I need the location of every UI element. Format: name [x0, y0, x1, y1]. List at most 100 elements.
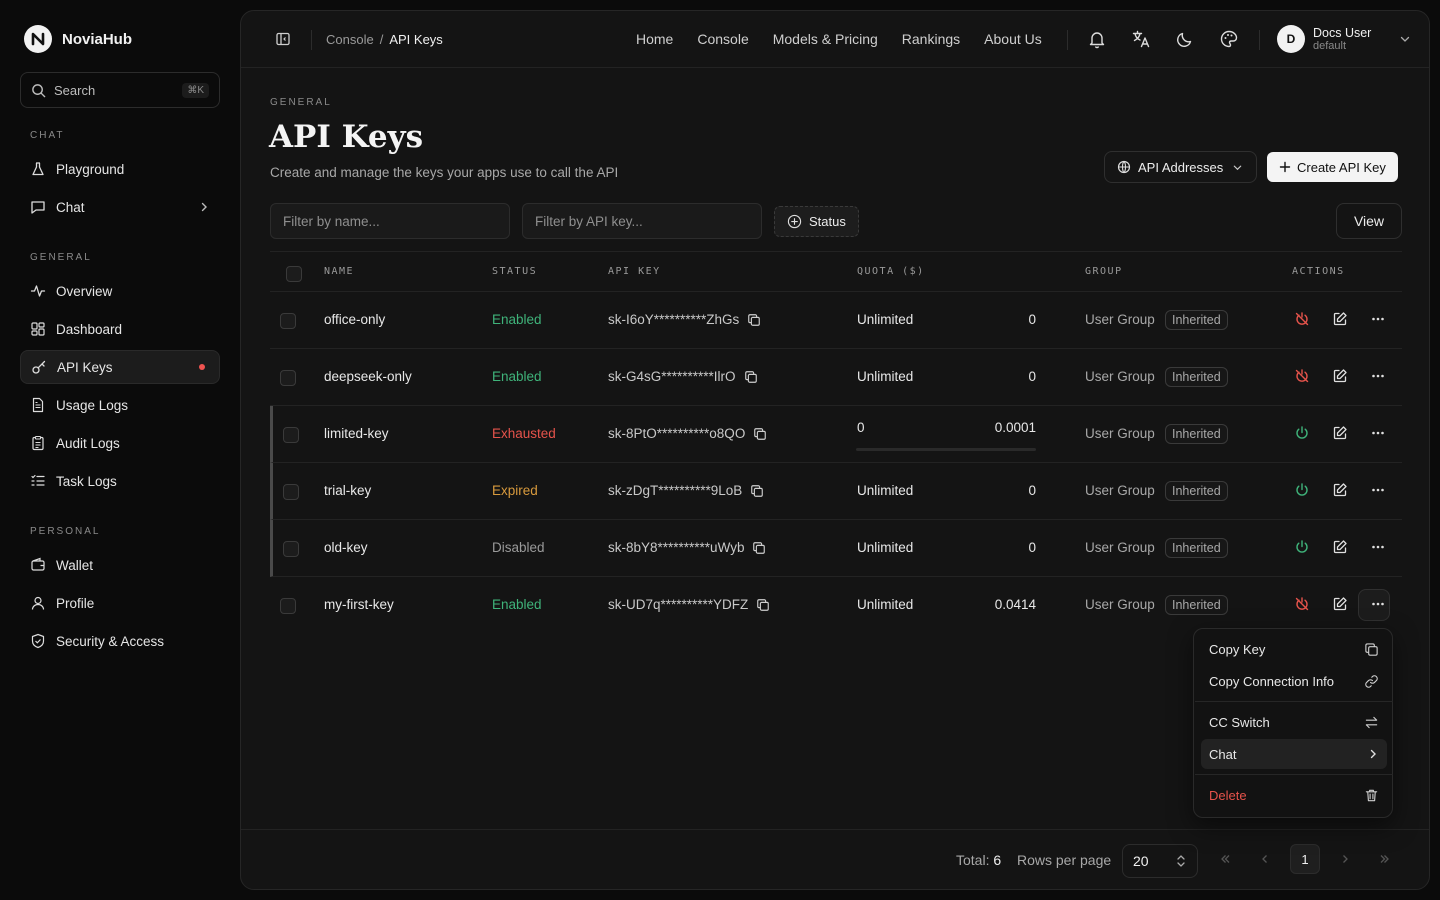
copy-key-button[interactable] — [756, 598, 770, 612]
disable-key-button[interactable] — [1294, 368, 1310, 384]
menu-item-label: Delete — [1209, 787, 1247, 803]
user-menu[interactable]: D Docs User default — [1277, 25, 1411, 53]
sidebar-item-usage-logs[interactable]: Usage Logs — [20, 388, 220, 422]
more-actions-button[interactable] — [1370, 311, 1386, 327]
nav-link-rankings[interactable]: Rankings — [902, 31, 960, 47]
menu-item-copy-connection-info[interactable]: Copy Connection Info — [1201, 666, 1387, 696]
enable-key-button[interactable] — [1294, 425, 1310, 441]
disable-key-button[interactable] — [1294, 311, 1310, 327]
table-row[interactable]: my-first-key Enabled sk-UD7q**********YDFZ… — [270, 577, 1402, 634]
more-actions-button[interactable] — [1370, 596, 1386, 612]
table-row[interactable]: old-key Disabled sk-8bY8**********uWyb Unli… — [270, 520, 1402, 577]
more-actions-button[interactable] — [1370, 425, 1386, 441]
sidebar-item-api-keys[interactable]: API Keys — [20, 350, 220, 384]
nav-link-console[interactable]: Console — [697, 31, 748, 47]
sidebar-item-label: Chat — [56, 199, 85, 215]
bell-icon[interactable] — [1087, 29, 1107, 49]
sidebar-item-overview[interactable]: Overview — [20, 274, 220, 308]
brand[interactable]: NoviaHub — [24, 25, 132, 53]
view-button[interactable]: View — [1336, 203, 1402, 239]
disable-key-button[interactable] — [1294, 596, 1310, 612]
more-actions-button[interactable] — [1370, 539, 1386, 555]
search-button[interactable]: Search ⌘K — [20, 72, 220, 108]
copy-icon — [1365, 642, 1378, 656]
sidebar-item-wallet[interactable]: Wallet — [20, 548, 220, 582]
create-api-key-button[interactable]: Create API Key — [1267, 152, 1398, 182]
menu-item-copy-key[interactable]: Copy Key — [1201, 634, 1387, 664]
sidebar-item-audit-logs[interactable]: Audit Logs — [20, 426, 220, 460]
breadcrumb-parent[interactable]: Console — [326, 32, 374, 47]
enable-key-button[interactable] — [1294, 482, 1310, 498]
copy-key-button[interactable] — [744, 370, 758, 384]
column-header-api-key[interactable]: API KEY — [608, 266, 661, 277]
last-page-button[interactable] — [1370, 844, 1400, 874]
row-checkbox[interactable] — [283, 541, 299, 557]
breadcrumb: Console / API Keys — [326, 32, 443, 47]
row-checkbox[interactable] — [283, 427, 299, 443]
sidebar-item-chat[interactable]: Chat — [20, 190, 220, 224]
activity-icon — [30, 285, 46, 297]
edit-key-button[interactable] — [1332, 596, 1348, 612]
edit-key-button[interactable] — [1332, 482, 1348, 498]
filter-name-input[interactable] — [270, 203, 510, 239]
translate-icon[interactable] — [1131, 29, 1151, 49]
column-header-name[interactable]: NAME — [324, 266, 354, 277]
sidebar-item-profile[interactable]: Profile — [20, 586, 220, 620]
section-label-general: GENERAL — [30, 252, 92, 263]
edit-key-button[interactable] — [1332, 425, 1348, 441]
column-header-group[interactable]: GROUP — [1085, 266, 1123, 277]
top-bar: Console / API Keys Home Console Models &… — [241, 11, 1429, 68]
nav-link-about-us[interactable]: About Us — [984, 31, 1042, 47]
edit-icon — [1333, 540, 1347, 554]
sidebar-item-label: Security & Access — [56, 633, 165, 649]
column-header-status[interactable]: STATUS — [492, 266, 537, 277]
edit-key-button[interactable] — [1332, 368, 1348, 384]
filter-api-key-input[interactable] — [522, 203, 762, 239]
sidebar-item-dashboard[interactable]: Dashboard — [20, 312, 220, 346]
select-all-checkbox[interactable] — [286, 266, 302, 282]
more-actions-button[interactable] — [1370, 368, 1386, 384]
copy-key-button[interactable] — [750, 484, 764, 498]
menu-item-delete[interactable]: Delete — [1201, 780, 1387, 810]
first-page-button[interactable] — [1210, 844, 1240, 874]
nav-link-home[interactable]: Home — [636, 31, 673, 47]
palette-icon[interactable] — [1219, 29, 1239, 49]
edit-key-button[interactable] — [1332, 539, 1348, 555]
quota-limit: Unlimited — [857, 597, 914, 612]
sidebar-item-task-logs[interactable]: Task Logs — [20, 464, 220, 498]
search-shortcut: ⌘K — [182, 82, 209, 98]
edit-key-button[interactable] — [1332, 311, 1348, 327]
page-button-current[interactable]: 1 — [1290, 844, 1320, 874]
user-group: default — [1313, 39, 1347, 52]
copy-key-button[interactable] — [747, 313, 761, 327]
nav-link-models-pricing[interactable]: Models & Pricing — [773, 31, 878, 47]
row-checkbox[interactable] — [283, 484, 299, 500]
row-checkbox[interactable] — [280, 313, 296, 329]
section-label-chat: CHAT — [30, 130, 65, 141]
copy-key-button[interactable] — [752, 541, 766, 555]
table-row[interactable]: limited-key Exhausted sk-8PtO**********o8Q… — [270, 406, 1402, 463]
sidebar-toggle-button[interactable] — [275, 31, 291, 47]
row-checkbox[interactable] — [280, 370, 296, 386]
sidebar-item-playground[interactable]: Playground — [20, 152, 220, 186]
sidebar-item-security-access[interactable]: Security & Access — [20, 624, 220, 658]
enable-key-button[interactable] — [1294, 539, 1310, 555]
rows-per-page-select[interactable]: 20 — [1122, 844, 1198, 878]
row-checkbox[interactable] — [280, 598, 296, 614]
copy-key-button[interactable] — [753, 427, 767, 441]
next-page-button[interactable] — [1330, 844, 1360, 874]
table-row[interactable]: office-only Enabled sk-I6oY**********ZhGs U… — [270, 292, 1402, 349]
column-header-quota[interactable]: QUOTA ($) — [857, 266, 925, 277]
table-row[interactable]: trial-key Expired sk-zDgT**********9LoB Unl… — [270, 463, 1402, 520]
table-footer: Total: 6 Rows per page 20 1 — [241, 829, 1429, 889]
previous-page-button[interactable] — [1250, 844, 1280, 874]
menu-item-cc-switch[interactable]: CC Switch — [1201, 707, 1387, 737]
api-addresses-button[interactable]: API Addresses — [1104, 151, 1257, 183]
status-filter-button[interactable]: Status — [774, 206, 859, 237]
status-text: Enabled — [492, 597, 542, 612]
menu-item-chat[interactable]: Chat — [1201, 739, 1387, 769]
more-actions-button[interactable] — [1370, 482, 1386, 498]
table-row[interactable]: deepseek-only Enabled sk-G4sG**********Ilr… — [270, 349, 1402, 406]
moon-icon[interactable] — [1175, 29, 1195, 49]
user-name: Docs User — [1313, 25, 1372, 40]
